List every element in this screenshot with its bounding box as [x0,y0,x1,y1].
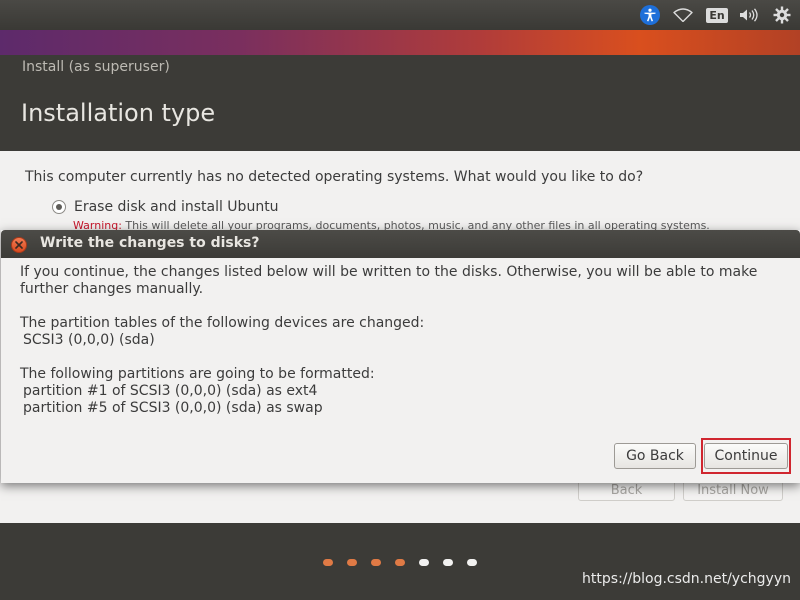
gear-icon[interactable] [764,0,800,30]
dialog-title: Write the changes to disks? [40,235,260,251]
volume-icon[interactable] [734,0,764,30]
accessibility-icon[interactable] [634,0,666,30]
formatted-partition: partition #1 of SCSI3 (0,0,0) (sda) as e… [23,383,318,399]
partition-table-device: SCSI3 (0,0,0) (sda) [23,332,155,348]
watermark: https://blog.csdn.net/ychgyyn [582,571,791,587]
progress-dot [443,559,453,566]
erase-disk-option[interactable]: Erase disk and install Ubuntu [52,199,279,215]
system-tray: En [634,0,800,30]
dialog-titlebar: Write the changes to disks? [1,230,800,258]
progress-dot [347,559,357,566]
progress-dot [467,559,477,566]
continue-button[interactable]: Continue [704,443,788,469]
progress-dot [419,559,429,566]
progress-dot [371,559,381,566]
page-title: Installation type [21,99,216,127]
formatted-heading: The following partitions are going to be… [20,366,375,382]
language-label: En [706,7,728,23]
keyboard-language-indicator[interactable]: En [700,0,734,30]
installer-progress [323,559,491,566]
installer-header: Install (as superuser) Installation type [0,55,800,151]
partition-tables-heading: The partition tables of the following de… [20,315,425,331]
dialog-intro: If you continue, the changes listed belo… [20,264,758,297]
wifi-icon[interactable] [666,0,700,30]
erase-disk-label: Erase disk and install Ubuntu [74,199,279,215]
erase-disk-radio[interactable] [52,200,66,214]
desktop-wallpaper [0,28,800,55]
top-panel: En [0,0,800,30]
go-back-button[interactable]: Go Back [614,443,696,469]
installation-question: This computer currently has no detected … [25,169,644,185]
window-title: Install (as superuser) [22,59,170,75]
progress-dot [323,559,333,566]
formatted-partition: partition #5 of SCSI3 (0,0,0) (sda) as s… [23,400,323,416]
close-icon[interactable] [11,237,27,253]
dialog-message: If you continue, the changes listed belo… [20,264,790,417]
progress-dot [395,559,405,566]
